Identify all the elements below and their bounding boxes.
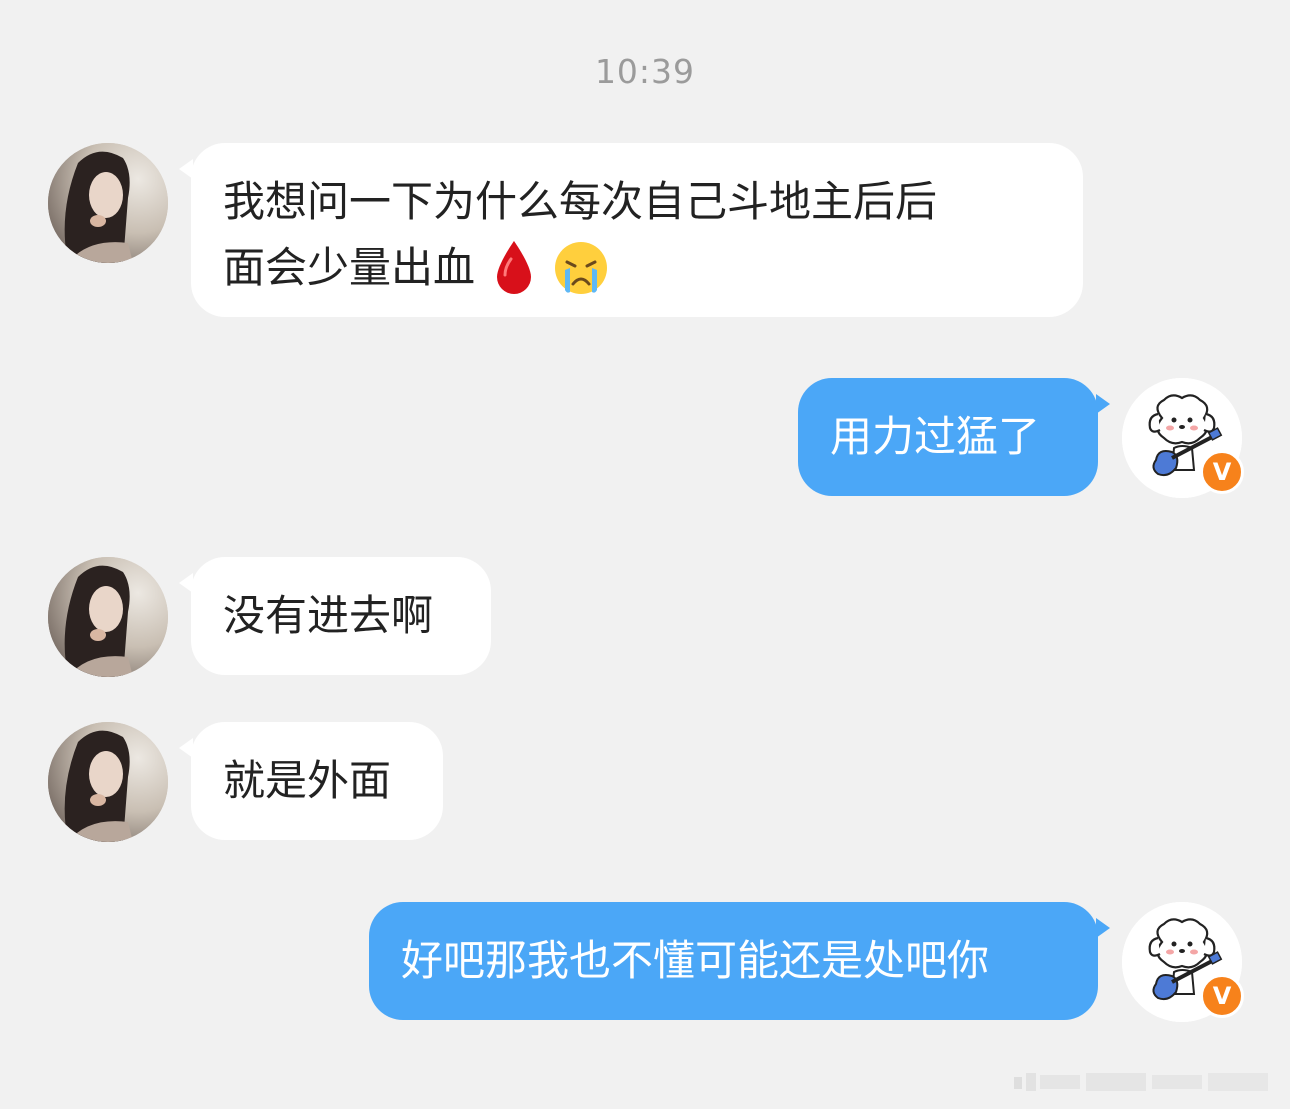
bubble-tail — [179, 159, 193, 179]
user-avatar[interactable]: V — [1122, 902, 1244, 1022]
contact-photo — [48, 143, 168, 263]
bubble-tail — [1096, 394, 1110, 414]
verified-badge: V — [1200, 450, 1244, 494]
message-text: 用力过猛了 — [830, 412, 1041, 461]
contact-avatar[interactable] — [48, 143, 168, 263]
message-text: 就是外面 — [223, 756, 392, 805]
message-bubble-incoming[interactable]: 没有进去啊 — [179, 557, 491, 675]
watermark-mark — [1014, 1073, 1268, 1091]
message-text: 没有进去啊 — [223, 591, 434, 640]
contact-avatar[interactable] — [48, 557, 168, 677]
bubble-tail — [179, 738, 193, 758]
message-bubble-incoming[interactable]: 我想问一下为什么每次自己斗地主后后 面会少量出血 — [179, 143, 1083, 317]
verified-badge: V — [1200, 974, 1244, 1018]
message-text-line: 面会少量出血 — [223, 235, 1051, 301]
message-bubble-incoming[interactable]: 就是外面 — [179, 722, 443, 840]
message-text-line: 我想问一下为什么每次自己斗地主后后 — [223, 177, 938, 226]
message-text: 面会少量出血 — [223, 243, 476, 292]
timestamp: 10:39 — [594, 52, 696, 91]
contact-photo — [48, 557, 168, 677]
crying-face-icon — [555, 242, 608, 294]
contact-photo — [48, 722, 168, 842]
message-bubble-outgoing[interactable]: 用力过猛了 — [798, 378, 1110, 496]
message-text: 好吧那我也不懂可能还是处吧你 — [401, 936, 990, 985]
contact-avatar[interactable] — [48, 722, 168, 842]
message-bubble-outgoing[interactable]: 好吧那我也不懂可能还是处吧你 — [369, 902, 1110, 1020]
bubble-tail — [179, 573, 193, 593]
blood-drop-icon — [497, 241, 532, 294]
bubble-tail — [1096, 918, 1110, 938]
user-avatar[interactable]: V — [1122, 378, 1244, 498]
